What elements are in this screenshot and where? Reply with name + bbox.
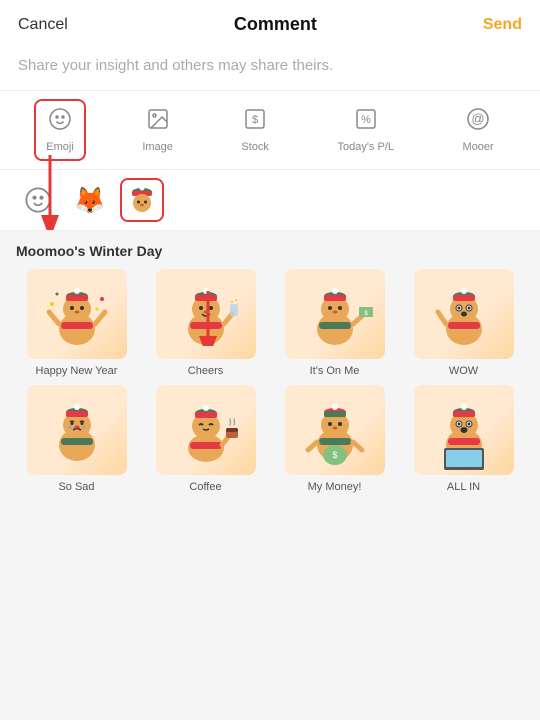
mooer-icon: @ [466, 107, 490, 137]
sticker-section-title: Moomoo's Winter Day [16, 243, 524, 259]
toolbar: Emoji Image $ Stock [0, 90, 540, 170]
sticker-cheers-label: Cheers [188, 365, 223, 377]
sticker-wow-img [414, 269, 514, 359]
emoji-label: Emoji [46, 141, 74, 153]
emoji-row: 🦊 [0, 170, 540, 231]
cancel-button[interactable]: Cancel [18, 16, 68, 34]
svg-text:$: $ [252, 114, 258, 126]
sticker-section: Moomoo's Winter Day [0, 231, 540, 720]
image-label: Image [142, 141, 173, 153]
sticker-my-money-img: $ [285, 385, 385, 475]
stock-label: Stock [241, 141, 269, 153]
emoji-face-btn[interactable] [16, 178, 60, 222]
page-title: Comment [234, 14, 317, 35]
toolbar-item-stock[interactable]: $ Stock [229, 99, 281, 161]
send-button[interactable]: Send [483, 16, 522, 34]
image-icon [146, 107, 170, 137]
sticker-my-money[interactable]: $ My Money! [274, 385, 395, 493]
svg-text:%: % [361, 114, 371, 126]
sticker-wow[interactable]: WOW [403, 269, 524, 377]
toolbar-item-pnl[interactable]: % Today's P/L [325, 99, 406, 161]
sticker-its-on-me-label: It's On Me [310, 365, 360, 377]
pnl-icon: % [354, 107, 378, 137]
sticker-my-money-label: My Money! [308, 481, 362, 493]
sticker-happy-new-year-img [27, 269, 127, 359]
sticker-all-in-img [414, 385, 514, 475]
comment-placeholder[interactable]: Share your insight and others may share … [0, 45, 540, 90]
sticker-happy-new-year[interactable]: Happy New Year [16, 269, 137, 377]
sticker-its-on-me-img: $ [285, 269, 385, 359]
toolbar-item-image[interactable]: Image [130, 99, 185, 161]
toolbar-item-mooer[interactable]: @ Mooer [451, 99, 506, 161]
sticker-its-on-me[interactable]: $ It's On Me [274, 269, 395, 377]
sticker-coffee[interactable]: Coffee [145, 385, 266, 493]
emoji-hat-fox-btn[interactable] [120, 178, 164, 222]
sticker-coffee-img [156, 385, 256, 475]
sticker-all-in-label: ALL IN [447, 481, 480, 493]
mooer-label: Mooer [463, 141, 494, 153]
sticker-all-in[interactable]: ALL IN [403, 385, 524, 493]
sticker-so-sad-img [27, 385, 127, 475]
sticker-wow-label: WOW [449, 365, 478, 377]
sticker-cheers[interactable]: Cheers [145, 269, 266, 377]
toolbar-item-emoji[interactable]: Emoji [34, 99, 86, 161]
emoji-fox-btn[interactable]: 🦊 [68, 178, 112, 222]
stock-icon: $ [243, 107, 267, 137]
sticker-grid: Happy New Year [16, 269, 524, 505]
sticker-happy-new-year-label: Happy New Year [36, 365, 118, 377]
emoji-icon [48, 107, 72, 137]
svg-text:$: $ [332, 450, 337, 460]
sticker-coffee-label: Coffee [189, 481, 221, 493]
pnl-label: Today's P/L [337, 141, 394, 153]
sticker-so-sad-label: So Sad [58, 481, 94, 493]
sticker-cheers-img [156, 269, 256, 359]
sticker-so-sad[interactable]: So Sad [16, 385, 137, 493]
header: Cancel Comment Send [0, 0, 540, 45]
svg-text:@: @ [472, 111, 485, 126]
